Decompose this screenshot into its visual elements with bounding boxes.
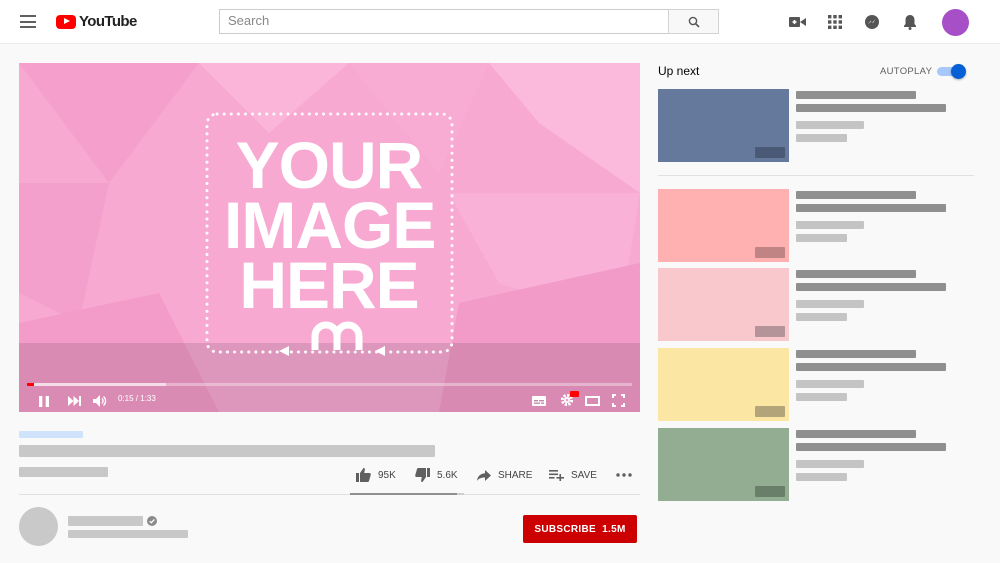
hd-badge [570, 391, 579, 397]
menu-icon[interactable] [20, 15, 36, 28]
autoplay-label: AUTOPLAY [880, 66, 933, 77]
theater-mode-icon [584, 396, 600, 406]
subscribe-label: SUBSCRIBE [534, 523, 596, 535]
search-button[interactable] [668, 9, 719, 34]
channel-avatar[interactable] [19, 507, 58, 546]
video-title-placeholder[interactable] [796, 204, 946, 212]
logo-text: YouTube [79, 13, 137, 30]
video-title-placeholder[interactable] [796, 91, 916, 99]
played-progress [27, 383, 34, 386]
video-title-placeholder[interactable] [796, 191, 916, 199]
video-title-placeholder [19, 445, 435, 457]
subtitles-button[interactable] [531, 394, 547, 408]
channel-name-placeholder[interactable] [68, 516, 143, 526]
video-title-placeholder[interactable] [796, 350, 916, 358]
add-to-playlist-icon [549, 469, 564, 481]
thumbnail-placeholder-text: YOUR IMAGE HERE [224, 128, 436, 322]
settings-button[interactable] [558, 391, 579, 408]
video-title-placeholder[interactable] [796, 363, 946, 371]
recommended-video-thumbnail[interactable] [658, 348, 789, 421]
view-count-placeholder[interactable] [796, 134, 847, 142]
save-button[interactable]: SAVE [549, 463, 597, 487]
duration-badge [755, 406, 785, 417]
channel-name-placeholder[interactable] [796, 460, 864, 468]
fullscreen-button[interactable] [610, 393, 626, 408]
channel-name-placeholder[interactable] [796, 380, 864, 388]
video-title-placeholder[interactable] [796, 443, 946, 451]
create-video-icon[interactable] [788, 13, 806, 31]
placeholder-line: HERE [239, 248, 419, 322]
more-horizontal-icon [616, 473, 632, 477]
next-button[interactable] [66, 394, 82, 408]
share-arrow-icon [477, 469, 491, 481]
dislike-button[interactable]: 5.6K [415, 463, 458, 487]
divider [19, 494, 640, 495]
channel-name-placeholder[interactable] [796, 121, 864, 129]
view-count-placeholder [19, 467, 108, 477]
user-avatar[interactable] [942, 9, 969, 36]
toggle-knob [951, 64, 966, 79]
recommended-video-thumbnail[interactable] [658, 428, 789, 501]
like-count: 95K [378, 469, 396, 481]
volume-button[interactable] [92, 394, 108, 408]
top-bar: YouTube Search [0, 0, 1000, 44]
notifications-bell-icon[interactable] [901, 13, 919, 31]
play-logo-icon [56, 14, 76, 29]
fullscreen-icon [611, 394, 625, 407]
more-actions-button[interactable] [616, 463, 639, 487]
recommended-video-thumbnail[interactable] [658, 189, 789, 262]
channel-name-placeholder[interactable] [796, 300, 864, 308]
youtube-logo[interactable]: YouTube [56, 13, 137, 30]
view-count-placeholder[interactable] [796, 393, 847, 401]
video-title-placeholder[interactable] [796, 270, 916, 278]
duration-badge [755, 147, 785, 158]
video-title-placeholder[interactable] [796, 430, 916, 438]
like-ratio-bar [350, 493, 464, 495]
share-label: SHARE [498, 469, 533, 481]
recommended-video-thumbnail[interactable] [658, 89, 789, 162]
video-title-placeholder[interactable] [796, 104, 946, 112]
view-count-placeholder[interactable] [796, 313, 847, 321]
recommended-video-thumbnail[interactable] [658, 268, 789, 341]
pause-icon [39, 395, 49, 407]
like-ratio-fill [350, 493, 458, 495]
sidebar-divider [658, 175, 974, 176]
volume-icon [93, 395, 107, 407]
progress-bar[interactable] [27, 383, 632, 386]
subscribe-button[interactable]: SUBSCRIBE 1.5M [523, 515, 637, 543]
placeholder-line: IMAGE [224, 188, 436, 262]
dislike-count: 5.6K [437, 469, 458, 481]
duration-badge [755, 247, 785, 258]
skip-next-icon [67, 396, 81, 406]
placeholder-line: YOUR [235, 128, 424, 202]
subscriber-count: 1.5M [602, 523, 626, 535]
save-label: SAVE [571, 469, 597, 481]
video-player[interactable]: YOUR IMAGE HERE 0:15 / 1:33 [19, 63, 640, 412]
apps-grid-icon[interactable] [826, 13, 844, 31]
search-icon [688, 16, 700, 28]
hashtags-placeholder[interactable] [19, 431, 83, 438]
thumbs-up-icon [356, 468, 371, 482]
share-button[interactable]: SHARE [477, 463, 532, 487]
like-button[interactable]: 95K [356, 463, 396, 487]
duration-badge [755, 326, 785, 337]
subscriber-text-placeholder [68, 530, 188, 538]
pause-button[interactable] [37, 394, 51, 408]
video-title-placeholder[interactable] [796, 283, 946, 291]
search-input[interactable]: Search [219, 9, 669, 34]
time-display: 0:15 / 1:33 [118, 394, 156, 403]
up-next-heading: Up next [658, 64, 700, 78]
messages-icon[interactable] [863, 13, 881, 31]
autoplay-toggle[interactable] [937, 64, 967, 79]
buffered-progress [27, 383, 167, 386]
thumbs-down-icon [415, 468, 430, 482]
duration-badge [755, 486, 785, 497]
channel-name-placeholder[interactable] [796, 221, 864, 229]
view-count-placeholder[interactable] [796, 473, 847, 481]
theater-mode-button[interactable] [584, 394, 600, 408]
verified-badge-icon [147, 516, 157, 526]
view-count-placeholder[interactable] [796, 234, 847, 242]
subtitles-icon [532, 396, 546, 406]
